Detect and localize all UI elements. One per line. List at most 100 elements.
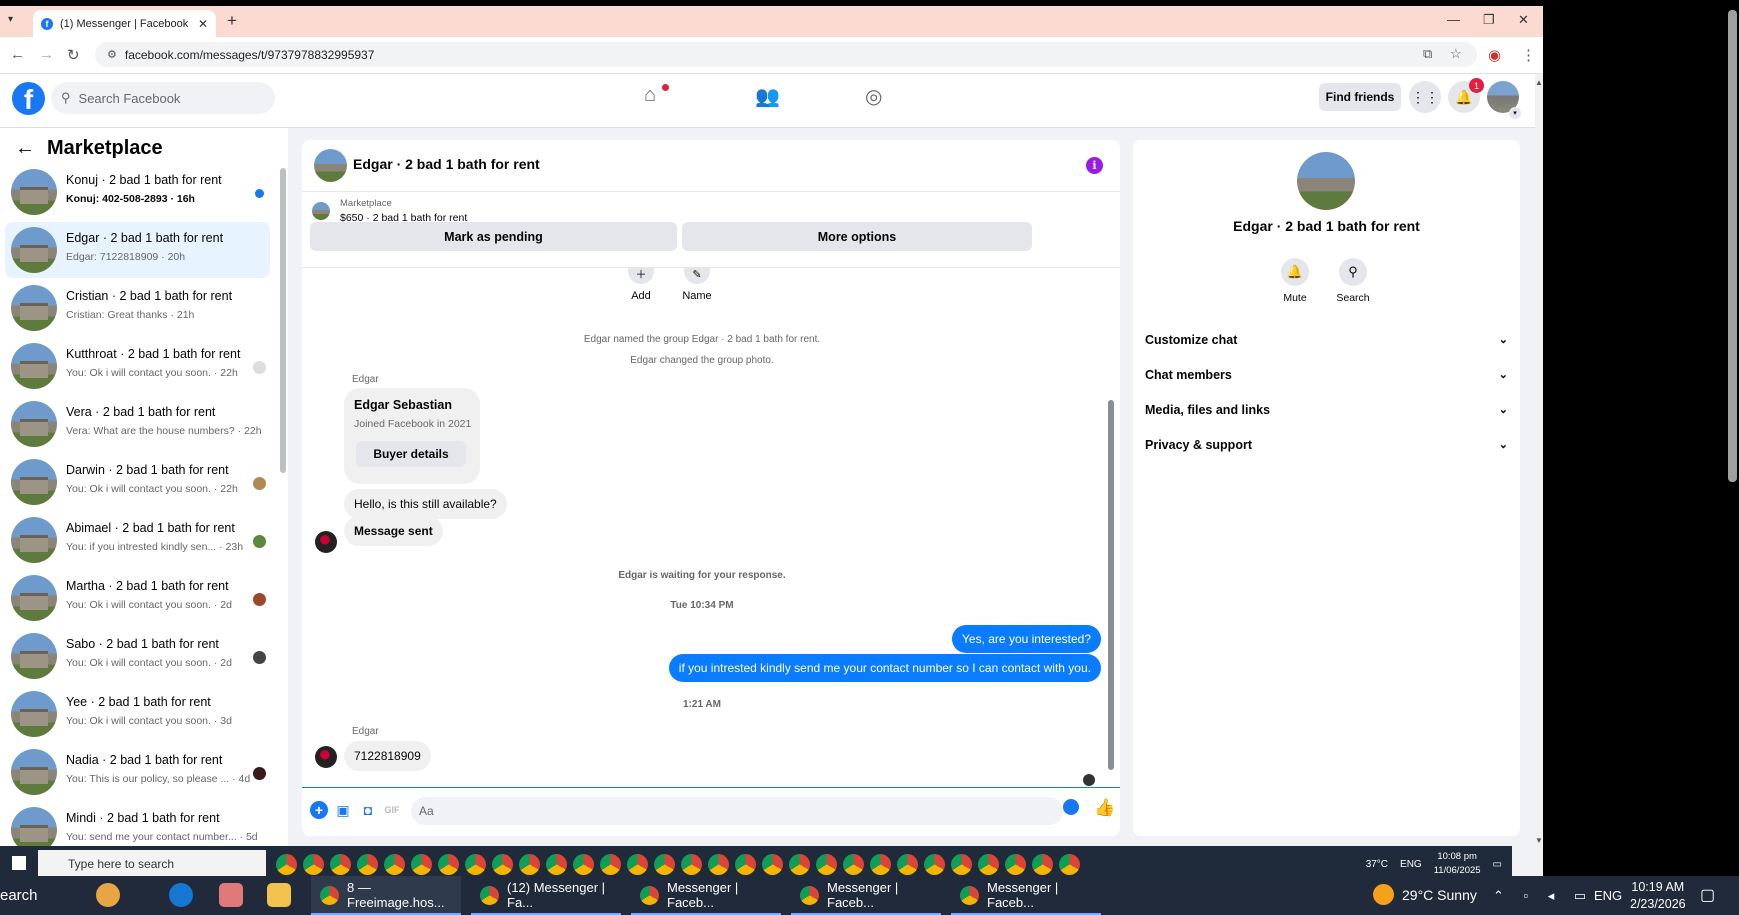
thread-martha[interactable]: Martha · 2 bad 1 bath for rent You: Ok i…: [5, 570, 270, 626]
minimize-icon[interactable]: —: [1447, 12, 1460, 27]
chrome-icon[interactable]: [1059, 854, 1080, 875]
chrome-icon[interactable]: [465, 854, 486, 875]
chrome-icon[interactable]: [897, 854, 918, 875]
chrome-icon[interactable]: [519, 854, 540, 875]
reload-icon[interactable]: ↻: [67, 46, 80, 64]
profile-icon[interactable]: ◉: [1488, 46, 1501, 64]
edge-icon[interactable]: [169, 883, 193, 907]
search-action[interactable]: ⚲ Search: [1328, 258, 1378, 304]
chrome-icon[interactable]: [789, 854, 810, 875]
privacy-support-row[interactable]: Privacy & support ⌄: [1145, 438, 1508, 452]
chrome-icon[interactable]: [303, 854, 324, 875]
back-arrow-icon[interactable]: ←: [15, 137, 35, 160]
thread-edgar[interactable]: Edgar · 2 bad 1 bath for rent Edgar: 712…: [5, 222, 270, 278]
chrome-icon[interactable]: [843, 854, 864, 875]
thread-kutthroat[interactable]: Kutthroat · 2 bad 1 bath for rent You: O…: [5, 338, 270, 394]
weather-widget[interactable]: 29°C Sunny: [1373, 884, 1477, 905]
outer-scrollbar[interactable]: [1726, 0, 1739, 876]
url-field[interactable]: ⚙ facebook.com/messages/t/97379788329959…: [95, 42, 1477, 67]
groups-icon[interactable]: ◎: [865, 84, 882, 109]
message-bubble-incoming[interactable]: 7122818909: [344, 741, 431, 771]
outer-clock[interactable]: 10:19 AM 2/23/2026: [1630, 879, 1686, 913]
taskbar-tab-messenger[interactable]: Messenger | Faceb...: [631, 876, 781, 915]
sender-avatar[interactable]: [315, 531, 337, 553]
rename-action[interactable]: ✎ Name: [672, 268, 722, 302]
menu-grid-icon[interactable]: ⋮⋮: [1409, 81, 1441, 113]
thread-vera[interactable]: Vera · 2 bad 1 bath for rent Vera: What …: [5, 396, 270, 452]
tab-search-icon[interactable]: ▾: [8, 14, 13, 25]
thread-sabo[interactable]: Sabo · 2 bad 1 bath for rent You: Ok i w…: [5, 628, 270, 684]
taskbar-search-field[interactable]: Type here to search: [38, 850, 266, 876]
restore-icon[interactable]: ❐: [1483, 12, 1495, 28]
page-scrollbar[interactable]: ▲ ▼: [1535, 74, 1543, 876]
chrome-icon[interactable]: [627, 854, 648, 875]
more-options-button[interactable]: More options: [682, 222, 1032, 251]
chrome-icon[interactable]: [735, 854, 756, 875]
close-tab-icon[interactable]: ✕: [198, 17, 208, 31]
thumbs-up-icon[interactable]: 👍: [1094, 798, 1115, 818]
buyer-details-button[interactable]: Buyer details: [356, 441, 466, 467]
forward-icon[interactable]: →: [39, 46, 54, 63]
tray-lang[interactable]: ENG: [1400, 859, 1422, 870]
chrome-icon[interactable]: [411, 854, 432, 875]
inner-clock[interactable]: 10:08 pm 11/06/2025: [1434, 850, 1481, 876]
chrome-icon[interactable]: [276, 854, 297, 875]
emoji-icon[interactable]: [1063, 799, 1079, 815]
chrome-icon[interactable]: [600, 854, 621, 875]
new-tab-icon[interactable]: +: [227, 11, 237, 31]
outer-search-field[interactable]: earch: [0, 887, 38, 904]
chat-members-row[interactable]: Chat members ⌄: [1145, 368, 1508, 382]
scroll-down-icon[interactable]: ▼: [1535, 836, 1543, 845]
chrome-icon[interactable]: [708, 854, 729, 875]
chrome-icon[interactable]: [546, 854, 567, 875]
mute-action[interactable]: 🔔 Mute: [1270, 258, 1320, 304]
thread-yee[interactable]: Yee · 2 bad 1 bath for rent You: Ok i wi…: [5, 686, 270, 742]
home-icon[interactable]: ⌂: [644, 84, 656, 107]
bookmark-star-icon[interactable]: ☆: [1450, 46, 1462, 62]
tab-messenger[interactable]: f (1) Messenger | Facebook ✕: [33, 10, 216, 37]
chrome-icon[interactable]: [384, 854, 405, 875]
listing-thumbnail[interactable]: [312, 202, 330, 220]
taskbar-tab-freeimage[interactable]: 8 — Freeimage.hos...: [311, 876, 461, 915]
outer-lang[interactable]: ENG: [1594, 888, 1622, 903]
message-bubble-incoming[interactable]: Hello, is this still available?: [344, 489, 507, 519]
chevron-down-icon[interactable]: ▾: [1509, 107, 1521, 119]
chrome-icon[interactable]: [1005, 854, 1026, 875]
thread-nadia[interactable]: Nadia · 2 bad 1 bath for rent You: This …: [5, 744, 270, 800]
mark-pending-button[interactable]: Mark as pending: [310, 222, 677, 251]
site-info-icon[interactable]: ⚙: [107, 48, 117, 61]
windows-start-icon[interactable]: [12, 856, 26, 870]
notification-center-icon[interactable]: ▭: [1493, 859, 1502, 870]
sticker-icon[interactable]: ◘: [359, 801, 377, 819]
message-input[interactable]: Aa: [411, 797, 1063, 825]
add-member-action[interactable]: ＋ Add: [616, 268, 666, 302]
scroll-up-icon[interactable]: ▲: [1535, 78, 1543, 87]
chrome-icon[interactable]: [654, 854, 675, 875]
tray-icons[interactable]: ⌃ ▫ ◂ ▭: [1493, 888, 1594, 904]
plus-icon[interactable]: +: [310, 801, 328, 819]
back-icon[interactable]: ←: [10, 46, 25, 63]
weather-temp[interactable]: 37°C: [1366, 859, 1388, 870]
thread-cristian[interactable]: Cristian · 2 bad 1 bath for rent Cristia…: [5, 280, 270, 336]
group-avatar[interactable]: [1297, 152, 1355, 210]
thread-darwin[interactable]: Darwin · 2 bad 1 bath for rent You: Ok i…: [5, 454, 270, 510]
thread-konuj[interactable]: Konuj · 2 bad 1 bath for rent Konuj: 402…: [5, 164, 270, 220]
chrome-icon[interactable]: [681, 854, 702, 875]
chrome-icon[interactable]: [1032, 854, 1053, 875]
chrome-icon[interactable]: [330, 854, 351, 875]
message-bubble-incoming[interactable]: Message sent: [344, 516, 443, 546]
thread-abimael[interactable]: Abimael · 2 bad 1 bath for rent You: if …: [5, 512, 270, 568]
message-bubble-outgoing[interactable]: Yes, are you interested?: [952, 625, 1101, 653]
taskbar-tab-messenger[interactable]: Messenger | Faceb...: [951, 876, 1101, 915]
chat-list-scrollbar[interactable]: [280, 168, 286, 473]
photo-icon[interactable]: ▣: [334, 801, 352, 819]
customize-chat-row[interactable]: Customize chat ⌄: [1145, 333, 1508, 347]
install-icon[interactable]: ⧉: [1423, 46, 1432, 62]
messages-scrollbar[interactable]: [1108, 270, 1114, 782]
chrome-icon[interactable]: [357, 854, 378, 875]
chrome-icon[interactable]: [438, 854, 459, 875]
menu-kebab-icon[interactable]: ⋮: [1521, 46, 1536, 64]
conversation-avatar[interactable]: [314, 149, 347, 182]
find-friends-button[interactable]: Find friends: [1319, 83, 1401, 111]
gif-icon[interactable]: GIF: [383, 801, 401, 819]
